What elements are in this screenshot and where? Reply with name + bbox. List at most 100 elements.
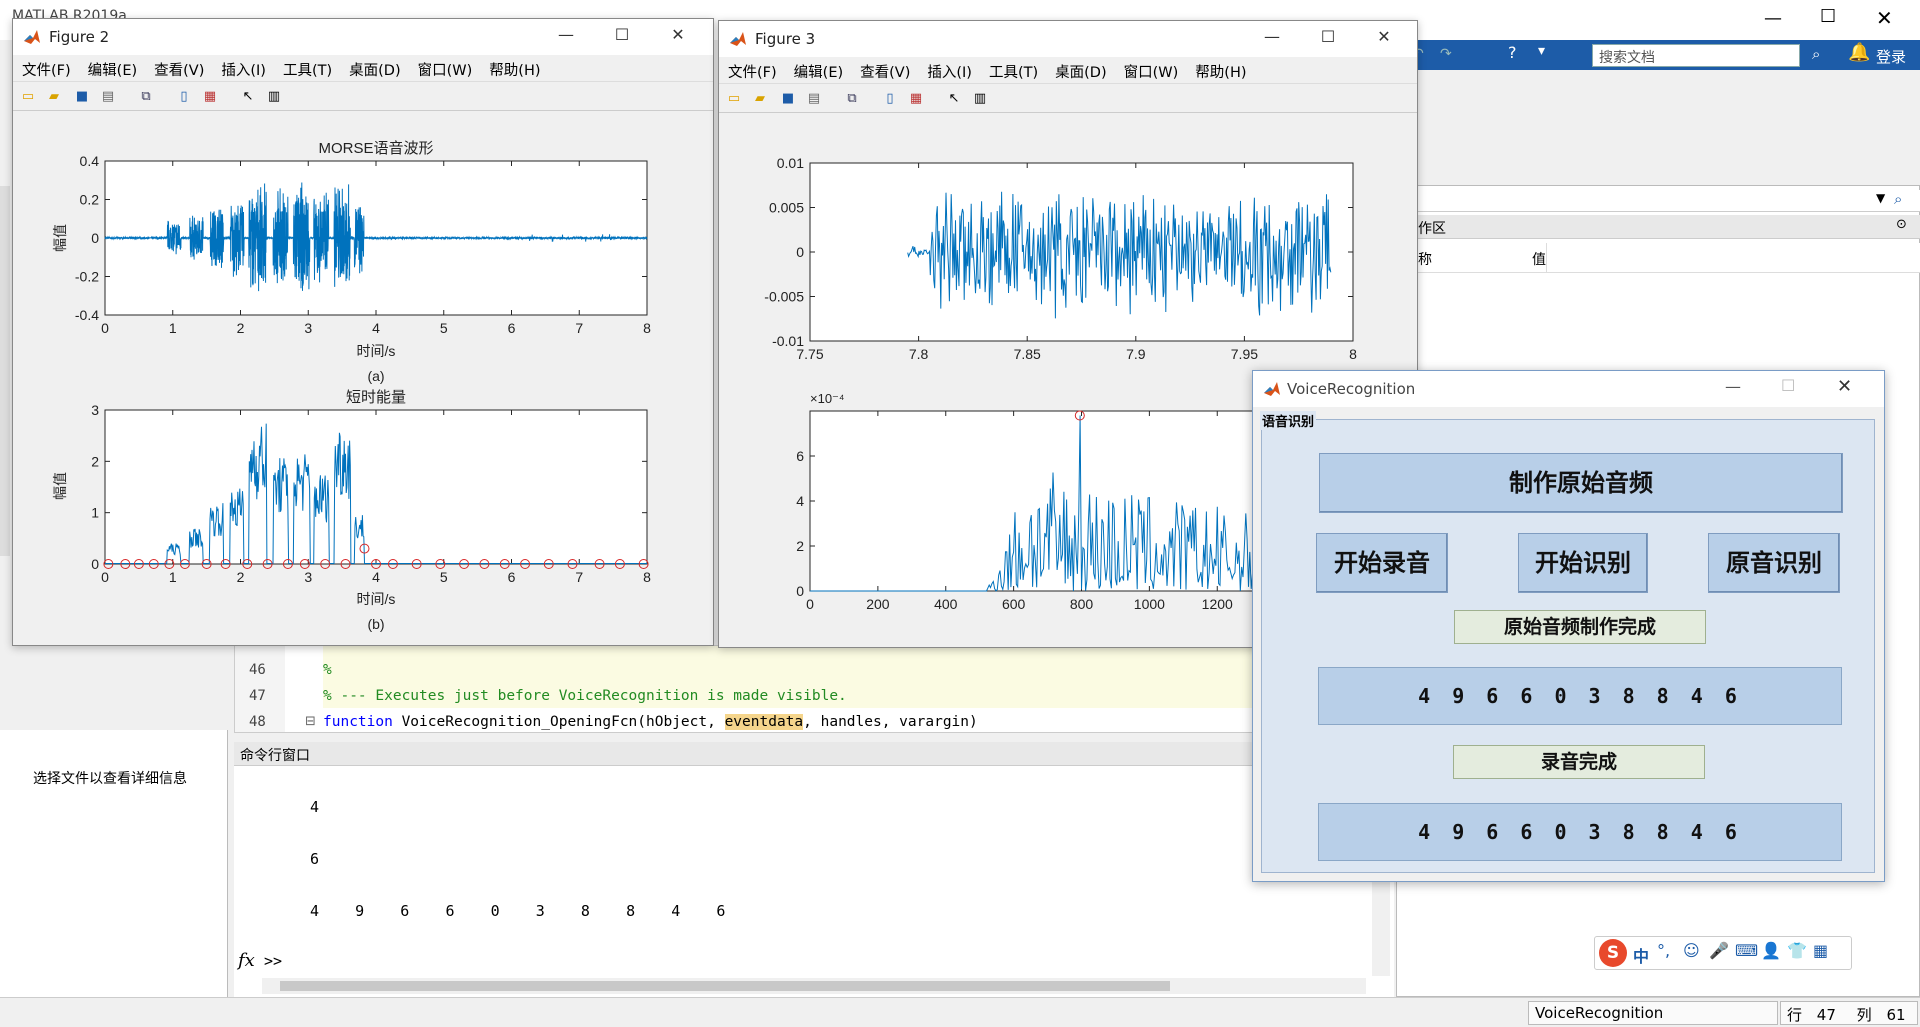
open-folder-icon[interactable]: ▰ xyxy=(751,90,769,108)
redo-icon[interactable]: ↷ xyxy=(1440,46,1452,62)
figure-2-window[interactable]: Figure 2 — ☐ ✕ 文件(F) 编辑(E) 查看(V) 插入(I) 工具(T)… xyxy=(12,18,714,646)
colorbar-icon[interactable]: ▯ xyxy=(175,88,193,106)
fx-icon[interactable]: fx xyxy=(238,950,255,971)
x-tick-label: 200 xyxy=(866,596,890,612)
figure-2-titlebar[interactable]: Figure 2 — ☐ ✕ xyxy=(13,19,713,55)
column-value-header[interactable]: 值 xyxy=(1532,249,1546,269)
scrollbar-thumb[interactable] xyxy=(280,981,1170,991)
column-name-header[interactable]: 称 xyxy=(1418,249,1432,269)
menu-view[interactable]: 查看(V) xyxy=(860,61,910,82)
menu-window[interactable]: 窗口(W) xyxy=(418,59,473,80)
save-icon[interactable]: ■ xyxy=(779,90,797,108)
original-recognition-button[interactable]: 原音识别 xyxy=(1708,533,1840,593)
keyboard-icon[interactable]: ⌨ xyxy=(1735,941,1758,960)
new-file-icon[interactable]: ▭ xyxy=(19,88,37,106)
menu-file[interactable]: 文件(F) xyxy=(728,61,777,82)
start-recognition-button[interactable]: 开始识别 xyxy=(1518,533,1648,593)
legend-icon[interactable]: ▦ xyxy=(907,90,925,108)
menu-insert[interactable]: 插入(I) xyxy=(221,59,266,80)
link-figure-icon[interactable]: ⧉ xyxy=(137,88,155,106)
y-tick-label: 0.005 xyxy=(769,200,804,216)
code-editor[interactable]: 46 47 48 % % --- Executes just before Vo… xyxy=(234,645,1395,733)
x-tick-label: 0 xyxy=(101,569,109,585)
y-tick-label: 2 xyxy=(91,453,99,469)
search-documentation-input[interactable]: 搜索文档 xyxy=(1592,44,1800,67)
menu-edit[interactable]: 编辑(E) xyxy=(88,59,137,80)
print-icon[interactable]: ▤ xyxy=(99,88,117,106)
menu-file[interactable]: 文件(F) xyxy=(22,59,71,80)
notification-bell-icon[interactable]: 🔔 xyxy=(1848,42,1870,63)
link-figure-icon[interactable]: ⧉ xyxy=(843,90,861,108)
maximize-icon[interactable]: ☐ xyxy=(607,25,637,44)
menu-window[interactable]: 窗口(W) xyxy=(1124,61,1179,82)
panel-menu-icon[interactable]: ⊙ xyxy=(1896,217,1907,232)
code-function-line: function VoiceRecognition_OpeningFcn(hOb… xyxy=(323,714,978,730)
address-bar[interactable]: ▼ ⌕ xyxy=(1396,190,1920,212)
y-exponent-label: ×10⁻⁴ xyxy=(810,391,845,406)
property-editor-icon[interactable]: ▥ xyxy=(971,90,989,108)
colorbar-icon[interactable]: ▯ xyxy=(881,90,899,108)
menu-help[interactable]: 帮助(H) xyxy=(489,59,540,80)
pointer-icon[interactable]: ↖ xyxy=(239,88,257,106)
x-tick-label: 5 xyxy=(440,569,448,585)
minimize-icon[interactable]: — xyxy=(1257,27,1287,46)
subplot-caption: (a) xyxy=(367,368,384,384)
ime-language-toggle[interactable]: 中 xyxy=(1633,943,1649,967)
close-icon[interactable]: ✕ xyxy=(1369,27,1399,46)
skin-icon[interactable]: 👕 xyxy=(1787,941,1807,960)
menu-insert[interactable]: 插入(I) xyxy=(927,61,972,82)
maximize-icon[interactable]: ☐ xyxy=(1313,27,1343,46)
command-prompt[interactable]: >> xyxy=(264,952,282,970)
voice-recognition-titlebar[interactable]: VoiceRecognition — ☐ ✕ xyxy=(1253,371,1884,407)
sogou-logo-icon[interactable]: S xyxy=(1599,939,1627,967)
fold-icon[interactable]: ⊟ xyxy=(305,714,316,729)
microphone-icon[interactable]: 🎤 xyxy=(1709,941,1729,960)
menu-tools[interactable]: 工具(T) xyxy=(989,61,1038,82)
command-window[interactable]: 4 6 4 9 6 6 0 3 8 8 4 6 fx >> xyxy=(234,766,1394,998)
menu-desktop[interactable]: 桌面(D) xyxy=(1055,61,1106,82)
voice-recognition-window[interactable]: VoiceRecognition — ☐ ✕ 语音识别 制作原始音频 开始录音 … xyxy=(1252,370,1885,882)
x-tick-label: 6 xyxy=(508,569,516,585)
make-original-audio-button[interactable]: 制作原始音频 xyxy=(1319,453,1843,513)
menu-tools[interactable]: 工具(T) xyxy=(283,59,332,80)
help-icon[interactable]: ? xyxy=(1508,43,1517,62)
emoji-icon[interactable]: ☺ xyxy=(1683,941,1700,960)
open-folder-icon[interactable]: ▰ xyxy=(45,88,63,106)
x-tick-label: 1000 xyxy=(1134,596,1165,612)
workspace-header: 作区 ⊙ xyxy=(1396,215,1920,239)
minimize-icon[interactable]: — xyxy=(1725,377,1741,396)
user-icon[interactable]: 👤 xyxy=(1761,941,1781,960)
search-icon[interactable]: ⌕ xyxy=(1812,45,1820,63)
menu-desktop[interactable]: 桌面(D) xyxy=(349,59,400,80)
search-icon[interactable]: ⌕ xyxy=(1894,190,1902,208)
code-keyword: function xyxy=(323,714,393,730)
minimize-icon[interactable]: — xyxy=(551,25,581,44)
figure-3-titlebar[interactable]: Figure 3 — ☐ ✕ xyxy=(719,21,1417,57)
save-icon[interactable]: ■ xyxy=(73,88,91,106)
punctuation-icon[interactable]: °, xyxy=(1657,941,1670,960)
dropdown-icon[interactable]: ▾ xyxy=(1538,43,1545,59)
print-icon[interactable]: ▤ xyxy=(805,90,823,108)
login-link[interactable]: 登录 xyxy=(1876,46,1906,67)
menu-view[interactable]: 查看(V) xyxy=(154,59,204,80)
new-file-icon[interactable]: ▭ xyxy=(725,90,743,108)
legend-icon[interactable]: ▦ xyxy=(201,88,219,106)
close-icon[interactable]: ✕ xyxy=(663,25,693,44)
x-tick-label: 1 xyxy=(169,320,177,336)
chevron-down-icon[interactable]: ▼ xyxy=(1876,191,1885,205)
pointer-icon[interactable]: ↖ xyxy=(945,90,963,108)
x-tick-label: 8 xyxy=(1349,346,1357,362)
menu-edit[interactable]: 编辑(E) xyxy=(794,61,843,82)
horizontal-scrollbar[interactable] xyxy=(262,978,1366,994)
minimize-icon[interactable]: — xyxy=(1764,8,1782,29)
close-icon[interactable]: ✕ xyxy=(1876,6,1893,30)
property-editor-icon[interactable]: ▥ xyxy=(265,88,283,106)
maximize-icon[interactable]: ☐ xyxy=(1820,6,1836,27)
close-icon[interactable]: ✕ xyxy=(1837,376,1852,397)
start-recording-button[interactable]: 开始录音 xyxy=(1316,533,1448,593)
toolbox-grid-icon[interactable]: ▦ xyxy=(1813,941,1828,960)
x-tick-label: 2 xyxy=(237,320,245,336)
figure-3-menubar: 文件(F) 编辑(E) 查看(V) 插入(I) 工具(T) 桌面(D) 窗口(W) 帮助(H) xyxy=(719,57,1417,83)
x-tick-label: 0 xyxy=(101,320,109,336)
menu-help[interactable]: 帮助(H) xyxy=(1195,61,1246,82)
